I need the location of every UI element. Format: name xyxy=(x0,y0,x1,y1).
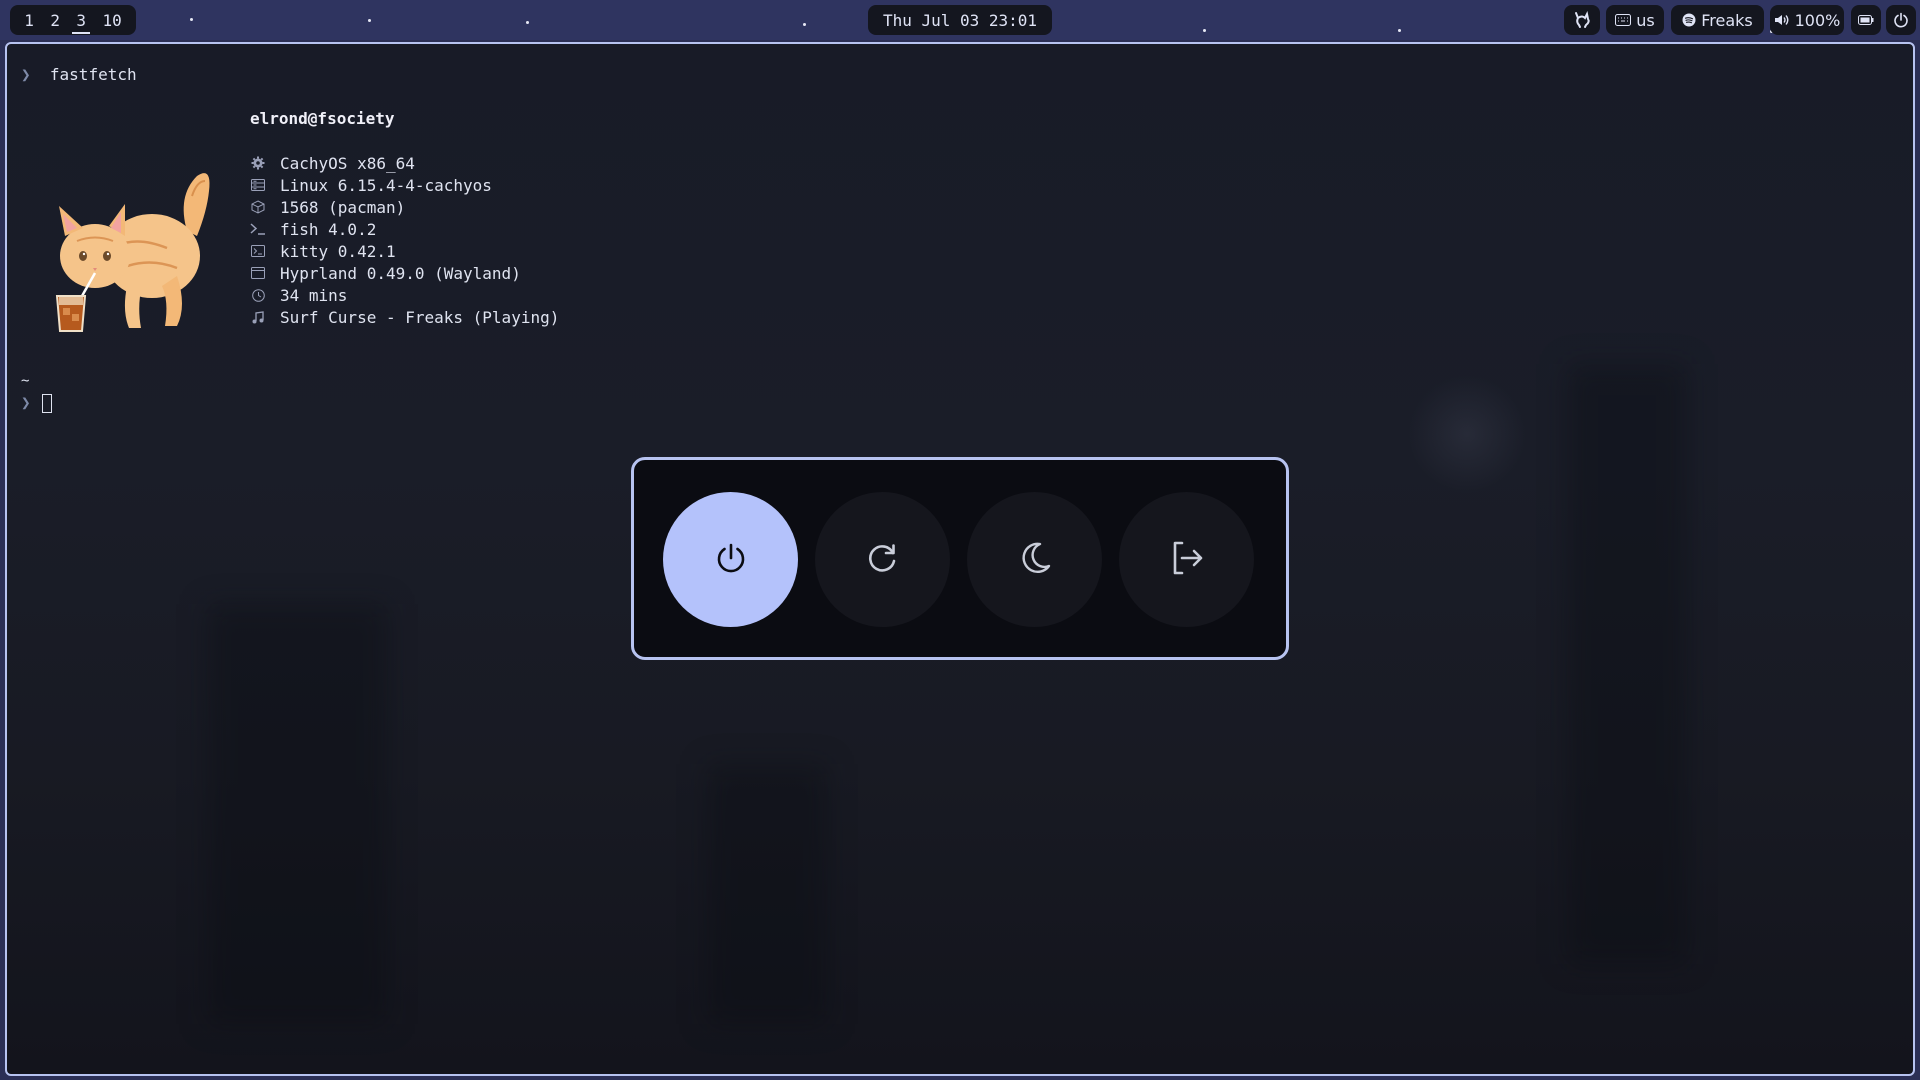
battery-icon xyxy=(1858,15,1874,25)
reboot-button[interactable] xyxy=(815,492,950,627)
info-row-os: CachyOS x86_64 xyxy=(250,152,415,174)
shutdown-button[interactable] xyxy=(663,492,798,627)
volume-level: 100% xyxy=(1794,10,1841,30)
music-note-icon xyxy=(250,309,266,325)
workspace-2[interactable]: 2 xyxy=(46,11,64,30)
info-os: CachyOS x86_64 xyxy=(280,153,415,173)
top-bar: 1 2 3 10 Thu Jul 03 23:01 us Freaks 100% xyxy=(0,0,1920,40)
terminal-icon xyxy=(250,243,266,259)
media-title: Freaks xyxy=(1701,10,1753,30)
command-text: fastfetch xyxy=(49,65,137,84)
cat-icon xyxy=(1572,10,1592,30)
power-icon xyxy=(1893,12,1909,28)
info-shell: fish 4.0.2 xyxy=(280,219,377,239)
power-icon xyxy=(714,541,748,579)
prompt-arrow: ❯ xyxy=(21,393,31,412)
info-row-kernel: Linux 6.15.4-4-cachyos xyxy=(250,174,492,196)
cat-module[interactable] xyxy=(1564,5,1600,35)
window-icon xyxy=(250,265,266,281)
star-decoration xyxy=(1398,29,1401,32)
info-row-terminal: kitty 0.42.1 xyxy=(250,240,396,262)
battery-module[interactable] xyxy=(1851,5,1881,35)
logout-button[interactable] xyxy=(1119,492,1254,627)
background-silhouette xyxy=(207,604,387,1024)
power-module[interactable] xyxy=(1886,5,1916,35)
info-wm: Hyprland 0.49.0 (Wayland) xyxy=(280,263,521,283)
keyboard-icon xyxy=(1615,14,1632,26)
star-decoration xyxy=(803,23,806,26)
info-row-packages: 1568 (pacman) xyxy=(250,196,405,218)
star-decoration xyxy=(1203,29,1206,32)
info-row-media: Surf Curse - Freaks (Playing) xyxy=(250,306,559,328)
clock[interactable]: Thu Jul 03 23:01 xyxy=(868,5,1052,35)
background-silhouette xyxy=(1567,364,1687,964)
cat-logo-image xyxy=(55,173,210,332)
info-media: Surf Curse - Freaks (Playing) xyxy=(280,307,560,327)
background-silhouette xyxy=(707,764,827,1024)
star-decoration xyxy=(190,18,193,21)
info-terminal: kitty 0.42.1 xyxy=(280,241,396,261)
gear-icon xyxy=(250,155,266,171)
info-kernel: Linux 6.15.4-4-cachyos xyxy=(280,175,492,195)
star-decoration xyxy=(368,19,371,22)
logout-icon xyxy=(1167,538,1207,582)
workspaces: 1 2 3 10 xyxy=(10,5,136,35)
moon-glow xyxy=(1407,374,1527,494)
package-icon xyxy=(250,199,266,215)
info-row-wm: Hyprland 0.49.0 (Wayland) xyxy=(250,262,521,284)
workspace-10[interactable]: 10 xyxy=(99,11,126,30)
workspace-1[interactable]: 1 xyxy=(20,11,38,30)
info-row-shell: fish 4.0.2 xyxy=(250,218,376,240)
info-packages: 1568 (pacman) xyxy=(280,197,406,217)
reboot-icon xyxy=(864,539,902,581)
text-cursor[interactable] xyxy=(42,394,52,413)
info-row-uptime: 34 mins xyxy=(250,284,347,306)
keyboard-layout-label: us xyxy=(1636,10,1655,30)
prompt-arrow: ❯ xyxy=(21,65,31,84)
star-decoration xyxy=(526,21,529,24)
clock-icon xyxy=(250,287,266,303)
power-menu xyxy=(631,457,1289,660)
moon-icon xyxy=(1016,539,1054,581)
media-player[interactable]: Freaks xyxy=(1671,5,1764,35)
keyboard-layout[interactable]: us xyxy=(1606,5,1664,35)
info-uptime: 34 mins xyxy=(280,285,348,305)
volume-icon xyxy=(1774,13,1790,27)
suspend-button[interactable] xyxy=(967,492,1102,627)
spotify-icon xyxy=(1682,13,1696,27)
workspace-3[interactable]: 3 xyxy=(72,11,90,34)
shell-prompt-icon xyxy=(250,221,266,237)
command-line: ❯ fastfetch xyxy=(21,64,137,86)
cwd: ~ xyxy=(21,373,30,389)
volume[interactable]: 100% xyxy=(1770,5,1844,35)
server-icon xyxy=(250,177,266,193)
user-host: elrond@fsociety xyxy=(250,109,395,128)
